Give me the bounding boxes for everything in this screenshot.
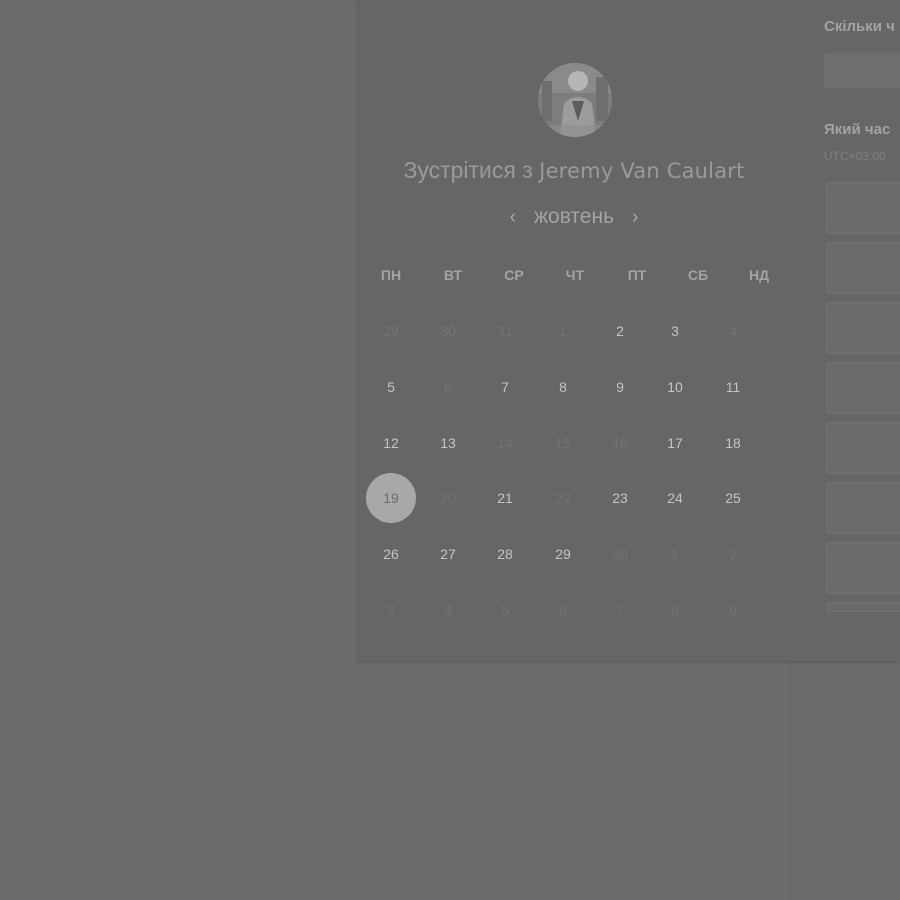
time-slot-button[interactable] [826,302,900,354]
weekday-header: ПТ [627,267,647,283]
calendar-day: 3 [387,602,395,618]
weekday-header: СБ [687,267,709,283]
weekday-header: ПН [380,267,402,283]
calendar-day[interactable]: 13 [423,418,473,468]
time-slot-button[interactable] [826,242,900,294]
calendar-day: 6 [559,602,567,618]
timezone-label: UTC+03:00 [824,149,886,163]
calendar-day: 1 [671,546,679,562]
month-label: жовтень [533,205,615,228]
calendar-day: 9 [729,602,737,618]
calendar-day: 30 [440,323,456,339]
page-title: Зустрітися з Jeremy Van Caulart [359,157,789,184]
host-photo [538,63,612,137]
chevron-left-icon[interactable]: ‹ [501,206,524,229]
calendar-day: 5 [501,602,509,618]
calendar-day[interactable]: 27 [423,529,473,579]
calendar-day[interactable]: 24 [650,473,700,523]
host-avatar [538,63,612,137]
time-slot-button[interactable] [826,602,900,612]
calendar-day[interactable]: 29 [538,529,588,579]
weekday-header: СР [504,267,524,283]
calendar-day[interactable]: 8 [538,362,588,412]
calendar-day: 31 [497,323,513,339]
calendar-day: 7 [616,602,624,618]
time-slot-button[interactable] [826,422,900,474]
duration-label: Скільки ч [824,18,895,35]
calendar-day[interactable]: 26 [366,529,416,579]
calendar-day: 4 [729,323,737,339]
time-slot-button[interactable] [826,362,900,414]
chevron-right-icon[interactable]: › [624,206,647,229]
calendar-day[interactable]: 18 [708,418,758,468]
month-navigation: ‹ жовтень › [359,205,789,229]
calendar-day[interactable]: 9 [595,362,645,412]
calendar-day: 6 [444,379,452,395]
calendar-day[interactable]: 10 [650,362,700,412]
time-slot-button[interactable] [826,542,900,594]
calendar-day: 22 [555,490,571,506]
time-slot-button[interactable] [826,482,900,534]
calendar-day[interactable]: 3 [650,306,700,356]
calendar-day: 16 [612,435,628,451]
calendar-day: 8 [671,602,679,618]
title-prefix: Зустрітися з [403,157,533,183]
host-name: Jeremy Van Caulart [539,159,745,183]
time-slot-button[interactable] [826,182,900,234]
calendar-day[interactable]: 17 [650,418,700,468]
calendar-day: 29 [383,323,399,339]
weekday-header: НД [748,267,770,283]
calendar-day: 1 [559,323,567,339]
calendar-day[interactable]: 28 [480,529,530,579]
calendar-day: 4 [444,602,452,618]
calendar-day[interactable]: 21 [480,473,530,523]
calendar-day[interactable]: 5 [366,362,416,412]
calendar-day: 14 [497,435,513,451]
calendar-day[interactable]: 23 [595,473,645,523]
calendar-day: 15 [555,435,571,451]
time-label: Який час [824,121,891,138]
calendar-day-selected[interactable]: 19 [366,473,416,523]
calendar-day[interactable]: 25 [708,473,758,523]
calendar-day: 30 [612,546,628,562]
calendar-day[interactable]: 7 [480,362,530,412]
calendar-day[interactable]: 11 [708,362,758,412]
calendar-day: 2 [729,546,737,562]
duration-select[interactable] [824,53,900,88]
calendar-day: 20 [440,490,456,506]
weekday-header: ВТ [443,267,463,283]
calendar-day[interactable]: 12 [366,418,416,468]
calendar-day[interactable]: 2 [595,306,645,356]
weekday-header: ЧТ [565,267,585,283]
